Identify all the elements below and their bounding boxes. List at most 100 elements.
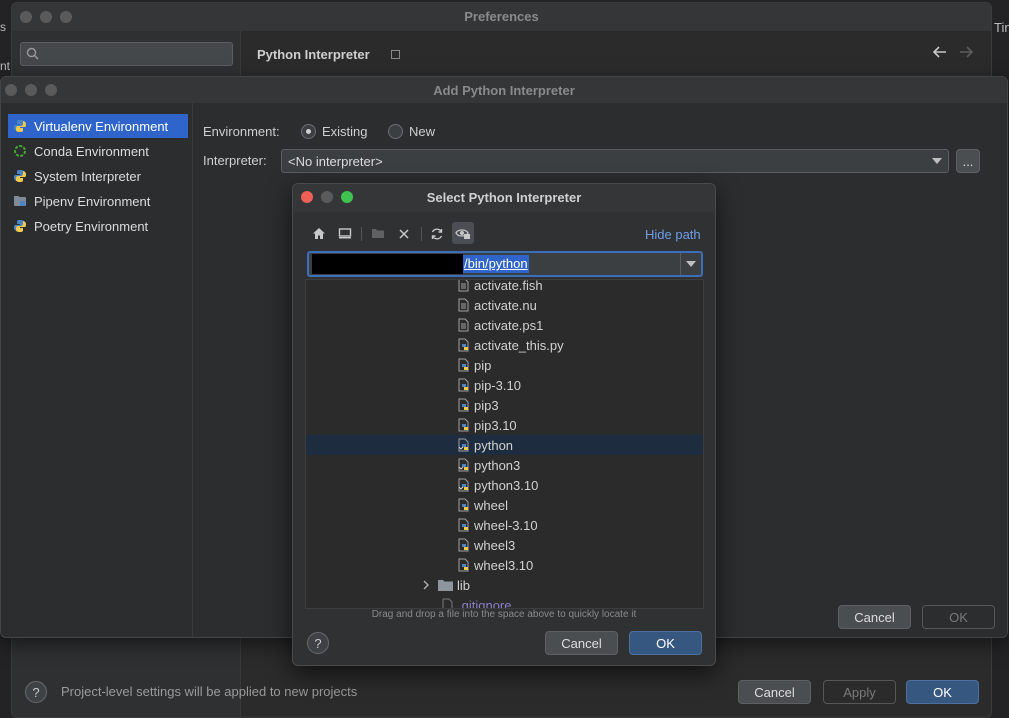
file-row[interactable]: activate.fish xyxy=(306,279,703,295)
path-value: /bin/python xyxy=(463,255,529,273)
redacted-path-block xyxy=(312,254,463,274)
chevron-down-icon[interactable] xyxy=(686,261,696,268)
file-name: activate.ps1 xyxy=(474,317,544,333)
edge-text-left-2: nt xyxy=(0,59,11,73)
select-ok-button[interactable]: OK xyxy=(629,631,702,655)
existing-label[interactable]: Existing xyxy=(322,124,368,139)
partial-file-row[interactable]: .gitignore xyxy=(306,595,703,609)
file-row[interactable]: wheel3 xyxy=(306,535,703,555)
select-interpreter-titlebar: Select Python Interpreter xyxy=(293,184,715,212)
delete-icon[interactable] xyxy=(398,228,410,240)
preferences-title: Preferences xyxy=(464,9,539,24)
add-dialog-cancel-button[interactable]: Cancel xyxy=(838,605,911,629)
file-name: wheel-3.10 xyxy=(474,517,538,533)
text-file-icon xyxy=(458,298,469,312)
preferences-ok-button[interactable]: OK xyxy=(906,680,979,704)
sidebar-item-label: System Interpreter xyxy=(34,168,141,184)
python-icon xyxy=(13,169,27,183)
folder-row[interactable]: lib xyxy=(306,575,703,595)
search-icon xyxy=(26,47,40,61)
preferences-cancel-button[interactable]: Cancel xyxy=(738,680,811,704)
sidebar-item-virtualenv[interactable]: Virtualenv Environment xyxy=(8,114,188,138)
python-file-icon xyxy=(458,378,469,392)
file-row[interactable]: pip3 xyxy=(306,395,703,415)
path-field-divider xyxy=(680,253,681,275)
browse-interpreter-button[interactable]: ... xyxy=(956,149,980,173)
python-link-icon xyxy=(458,438,469,452)
file-row[interactable]: activate.nu xyxy=(306,295,703,315)
interpreter-select[interactable]: <No interpreter> xyxy=(281,149,949,173)
python-icon xyxy=(13,119,27,133)
sidebar-item-label: Poetry Environment xyxy=(34,218,149,234)
file-row[interactable]: activate_this.py xyxy=(306,335,703,355)
toolbar-separator xyxy=(361,227,362,241)
sidebar-item-pipenv[interactable]: Pipenv Environment xyxy=(8,189,188,213)
file-row[interactable]: wheel3.10 xyxy=(306,555,703,575)
edge-text-left-1: s xyxy=(0,20,6,34)
preferences-search-input[interactable] xyxy=(20,42,233,66)
pipenv-icon xyxy=(13,194,27,208)
select-interpreter-dialog: Select Python Interpreter Hide path /bin… xyxy=(292,183,716,666)
interpreter-label: Interpreter: xyxy=(203,153,267,168)
file-row[interactable]: wheel xyxy=(306,495,703,515)
file-row[interactable]: pip3.10 xyxy=(306,415,703,435)
section-options-icon[interactable] xyxy=(391,50,400,59)
file-row[interactable]: wheel-3.10 xyxy=(306,515,703,535)
sidebar-item-label: Conda Environment xyxy=(34,143,149,159)
python-file-icon xyxy=(458,358,469,372)
conda-icon xyxy=(13,144,27,158)
file-name: wheel3.10 xyxy=(474,557,534,573)
forward-arrow-icon[interactable] xyxy=(958,45,974,59)
select-interpreter-title: Select Python Interpreter xyxy=(426,190,582,205)
file-row-selected[interactable]: python xyxy=(306,435,703,455)
file-row[interactable]: pip-3.10 xyxy=(306,375,703,395)
section-title: Python Interpreter xyxy=(257,47,370,62)
sidebar-item-system[interactable]: System Interpreter xyxy=(8,164,188,188)
sidebar-item-poetry[interactable]: Poetry Environment xyxy=(8,214,188,238)
new-label[interactable]: New xyxy=(409,124,435,139)
file-row[interactable]: python3 xyxy=(306,455,703,475)
sidebar-item-conda[interactable]: Conda Environment xyxy=(8,139,188,163)
chevron-right-icon[interactable] xyxy=(420,580,432,590)
show-hidden-files-icon[interactable] xyxy=(452,222,474,244)
hide-path-link[interactable]: Hide path xyxy=(645,227,701,242)
existing-radio[interactable] xyxy=(301,124,316,139)
interpreter-value: <No interpreter> xyxy=(288,154,383,169)
select-cancel-button[interactable]: Cancel xyxy=(545,631,618,655)
text-file-icon xyxy=(458,280,469,292)
python-icon xyxy=(13,219,27,233)
back-arrow-icon[interactable] xyxy=(932,45,948,59)
desktop-icon[interactable] xyxy=(338,227,352,240)
new-folder-icon[interactable] xyxy=(371,227,386,240)
file-name: .gitignore xyxy=(458,597,512,609)
gitignore-file-icon xyxy=(442,598,453,608)
environment-label: Environment: xyxy=(203,124,280,139)
home-icon[interactable] xyxy=(312,227,326,240)
help-button[interactable]: ? xyxy=(25,681,47,703)
python-file-icon xyxy=(458,418,469,432)
file-name: python3.10 xyxy=(474,477,539,493)
drag-hint: Drag and drop a file into the space abov… xyxy=(371,609,637,620)
path-field[interactable]: /bin/python xyxy=(307,251,703,277)
file-row[interactable]: activate.ps1 xyxy=(306,315,703,335)
sidebar-item-label: Pipenv Environment xyxy=(34,193,151,209)
refresh-icon[interactable] xyxy=(430,227,444,241)
python-file-icon xyxy=(458,538,469,552)
new-radio[interactable] xyxy=(388,124,403,139)
python-file-icon xyxy=(458,518,469,532)
file-name: activate.fish xyxy=(474,279,543,293)
file-row[interactable]: python3.10 xyxy=(306,475,703,495)
python-file-icon xyxy=(458,498,469,512)
python-file-icon xyxy=(458,558,469,572)
python-link-icon xyxy=(458,478,469,492)
preferences-titlebar: Preferences xyxy=(12,3,991,31)
select-help-button[interactable]: ? xyxy=(307,632,329,654)
python-link-icon xyxy=(458,458,469,472)
file-row[interactable]: pip xyxy=(306,355,703,375)
file-tree[interactable]: activate.fish activate.nu activate.ps1 a… xyxy=(305,279,704,609)
file-name: wheel3 xyxy=(474,537,516,553)
add-dialog-ok-button[interactable]: OK xyxy=(922,605,995,629)
sidebar-item-label: Virtualenv Environment xyxy=(34,118,169,134)
preferences-apply-button[interactable]: Apply xyxy=(823,680,896,704)
footer-note: Project-level settings will be applied t… xyxy=(61,684,358,699)
